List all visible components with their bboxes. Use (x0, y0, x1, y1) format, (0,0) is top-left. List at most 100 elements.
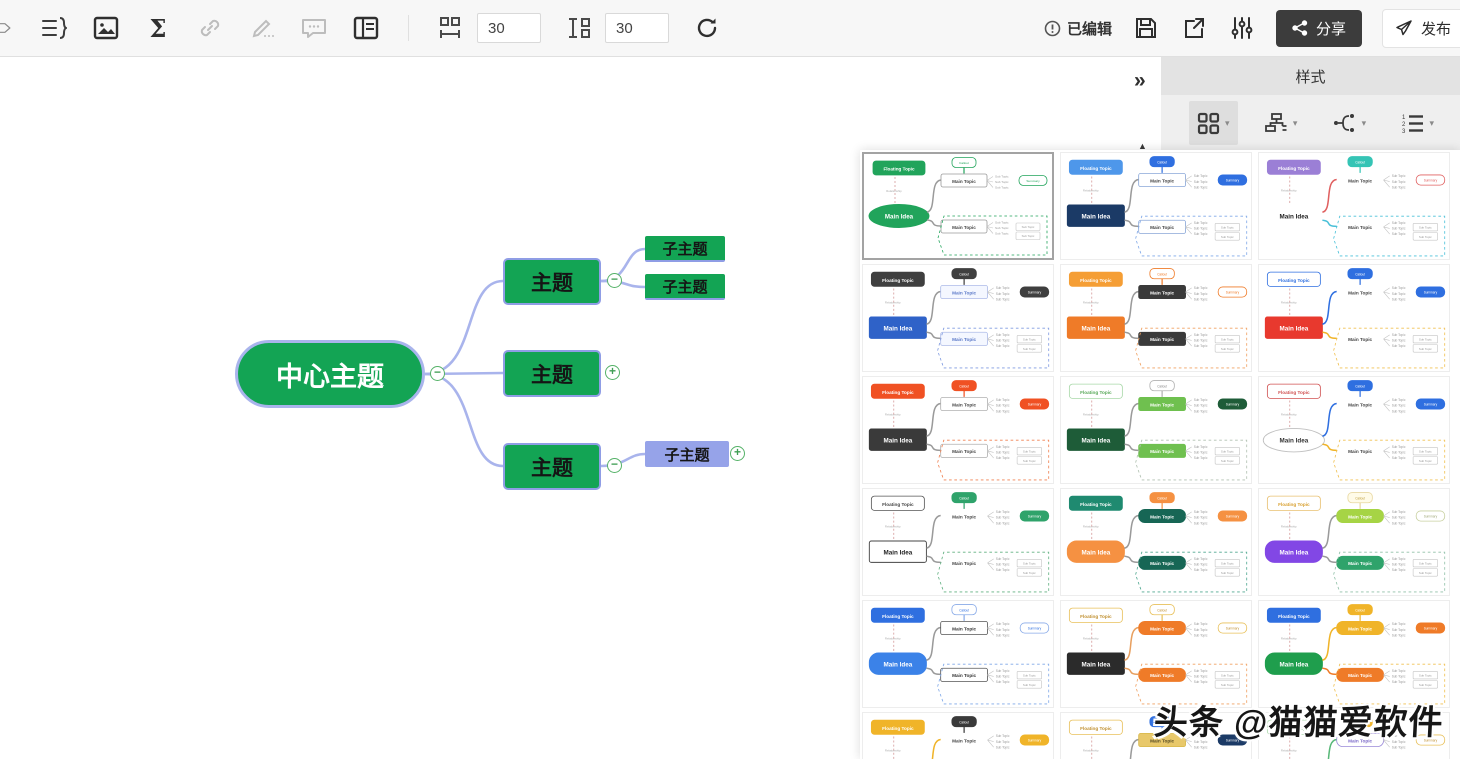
svg-text:Callout: Callout (1355, 608, 1365, 612)
svg-text:Sub Topic: Sub Topic (1392, 563, 1406, 567)
svg-text:Sub Topic: Sub Topic (1194, 398, 1208, 402)
link-icon[interactable] (196, 14, 224, 42)
svg-text:Sub Topic: Sub Topic (1194, 344, 1208, 348)
expand-topic2-button[interactable]: + (605, 365, 620, 380)
svg-text:Relationship: Relationship (885, 525, 901, 529)
publish-button[interactable]: 发布 (1381, 8, 1460, 48)
svg-text:Sub Topic: Sub Topic (1419, 226, 1432, 230)
subtopic-node-2[interactable]: 子主题 (645, 274, 725, 300)
svg-text:Sub Topic: Sub Topic (1194, 557, 1208, 561)
subtopic-node-selected[interactable]: 子主题 (645, 441, 729, 467)
topic-node-3[interactable]: 主题 (503, 443, 601, 490)
template-thumbnail-6[interactable]: Floating Topic Relationship Main Idea Main … (1258, 264, 1450, 372)
collapse-topic1-button[interactable]: − (607, 273, 622, 288)
svg-text:Sub Topic: Sub Topic (1392, 344, 1406, 348)
collapse-panel-icon[interactable]: » (1134, 69, 1146, 93)
template-thumbnail-2[interactable]: Floating Topic Relationship Main Idea Main … (1060, 152, 1252, 260)
svg-text:Sub Topic: Sub Topic (1194, 628, 1208, 632)
share-button[interactable]: 分享 (1275, 9, 1362, 47)
svg-text:Sub Topic: Sub Topic (1194, 622, 1208, 626)
branch-style-button[interactable]: ▾ (1325, 101, 1375, 145)
expand-subtopic-button[interactable]: + (730, 446, 745, 461)
svg-text:Sub Topic: Sub Topic (1419, 683, 1432, 687)
svg-text:Main Topic: Main Topic (952, 514, 976, 519)
horizontal-spacing-input[interactable] (477, 13, 541, 43)
svg-text:Summary: Summary (1028, 627, 1042, 631)
structure-button[interactable]: ▾ (1257, 101, 1306, 145)
template-thumbnail-7[interactable]: Floating Topic Relationship Main Idea Main … (862, 376, 1054, 484)
svg-text:Summary: Summary (1226, 403, 1240, 407)
svg-text:Sub Topic: Sub Topic (1419, 674, 1432, 678)
svg-text:Sub Topic: Sub Topic (1392, 628, 1406, 632)
svg-text:Main Topic: Main Topic (952, 225, 976, 230)
svg-text:Relationship: Relationship (1083, 749, 1099, 753)
annotate-pencil-icon[interactable] (248, 14, 276, 42)
org-structure-icon (1264, 113, 1287, 132)
vertical-spacing-input[interactable] (605, 13, 669, 43)
template-thumbnail-15[interactable]: Floating Topic Relationship Main Idea Main … (1258, 600, 1450, 708)
svg-text:Floating Topic: Floating Topic (1278, 726, 1310, 731)
svg-text:Callout: Callout (1355, 272, 1365, 276)
comment-icon[interactable] (300, 14, 328, 42)
svg-text:Sub Topic: Sub Topic (996, 339, 1010, 343)
svg-text:Main Topic: Main Topic (952, 449, 976, 454)
svg-text:Main Topic: Main Topic (952, 290, 976, 295)
central-topic-node[interactable]: 中心主题 (235, 340, 425, 408)
svg-text:Sub Topic: Sub Topic (1392, 669, 1406, 673)
svg-text:Sub Topic: Sub Topic (1023, 674, 1036, 678)
svg-text:Sub Topic: Sub Topic (996, 563, 1010, 567)
svg-text:Sub Topic: Sub Topic (1023, 571, 1036, 575)
svg-text:Sub Topic: Sub Topic (1392, 568, 1406, 572)
panel-collapse-strip: » ▲ (1128, 57, 1161, 151)
export-icon[interactable] (1180, 14, 1208, 42)
numbering-button[interactable]: 123 ▾ (1393, 101, 1442, 145)
topic-node-2[interactable]: 主题 (503, 350, 601, 397)
theme-gallery-button[interactable]: ▾ (1189, 101, 1238, 145)
formula-icon[interactable]: Σ (144, 14, 172, 43)
svg-text:Main Topic: Main Topic (1348, 561, 1372, 566)
outline-summary-icon[interactable] (40, 14, 68, 42)
style-panel: 样式 ▾ ▾ ▾ 123 ▾ (1161, 57, 1460, 151)
svg-text:Floating Topic: Floating Topic (1080, 390, 1112, 395)
template-thumbnail-3[interactable]: Floating Topic Relationship Main Idea Main … (1258, 152, 1450, 260)
collapse-central-button[interactable]: − (430, 366, 445, 381)
save-icon[interactable] (1132, 14, 1160, 42)
template-thumbnail-12[interactable]: Floating Topic Relationship Main Idea Main … (1258, 488, 1450, 596)
shape-tool-icon[interactable] (0, 14, 16, 42)
svg-text:Callout: Callout (1355, 384, 1365, 388)
template-thumbnail-5[interactable]: Floating Topic Relationship Main Idea Main … (1060, 264, 1252, 372)
template-thumbnail-14[interactable]: Floating Topic Relationship Main Idea Main … (1060, 600, 1252, 708)
template-thumbnail-18[interactable]: Floating TopicRelationshipMain IdeaMain … (1258, 712, 1450, 759)
template-thumbnail-8[interactable]: Floating Topic Relationship Main Idea Main … (1060, 376, 1252, 484)
layout-panel-icon[interactable] (352, 14, 380, 42)
svg-text:Sub Topic: Sub Topic (996, 745, 1010, 749)
svg-text:Main Idea: Main Idea (884, 550, 913, 557)
svg-text:Floating Topic: Floating Topic (1080, 278, 1112, 283)
svg-text:Sub Topic: Sub Topic (1392, 740, 1406, 744)
svg-text:Sub Topic: Sub Topic (995, 180, 1009, 184)
template-thumbnail-11[interactable]: Floating Topic Relationship Main Idea Main … (1060, 488, 1252, 596)
toolbar-right-group: 已编辑 分享 发布 (1044, 8, 1460, 48)
svg-text:Summary: Summary (1226, 179, 1240, 183)
svg-text:Summary: Summary (1424, 291, 1438, 295)
refresh-icon[interactable] (693, 14, 721, 42)
svg-text:Sub Topic: Sub Topic (1419, 338, 1432, 342)
subtopic-node-1[interactable]: 子主题 (645, 236, 725, 262)
collapse-topic3-button[interactable]: − (607, 458, 622, 473)
template-thumbnail-13[interactable]: Floating Topic Relationship Main Idea Main … (862, 600, 1054, 708)
topic-node-1[interactable]: 主题 (503, 258, 601, 305)
svg-text:Sub Topic: Sub Topic (1194, 232, 1208, 236)
template-thumbnail-17[interactable]: Floating TopicRelationshipMain IdeaMain … (1060, 712, 1252, 759)
adjust-sliders-icon[interactable] (1228, 14, 1256, 42)
template-thumbnail-16[interactable]: Floating TopicRelationshipMain IdeaMain … (862, 712, 1054, 759)
svg-text:Sub Topic: Sub Topic (1194, 675, 1208, 679)
template-thumbnail-9[interactable]: Floating Topic Relationship Main Idea Main … (1258, 376, 1450, 484)
svg-text:Sub Topic: Sub Topic (1392, 286, 1406, 290)
template-thumbnail-10[interactable]: Floating Topic Relationship Main Idea Main … (862, 488, 1054, 596)
svg-text:Sub Topic: Sub Topic (1221, 347, 1234, 351)
svg-text:Summary: Summary (1028, 739, 1042, 743)
template-thumbnail-4[interactable]: Floating Topic Relationship Main Idea Main … (862, 264, 1054, 372)
template-thumbnail-1[interactable]: Floating Topic Relationship Main Idea Main … (862, 152, 1054, 260)
insert-image-icon[interactable] (92, 14, 120, 42)
svg-text:Relationship: Relationship (1281, 189, 1297, 193)
